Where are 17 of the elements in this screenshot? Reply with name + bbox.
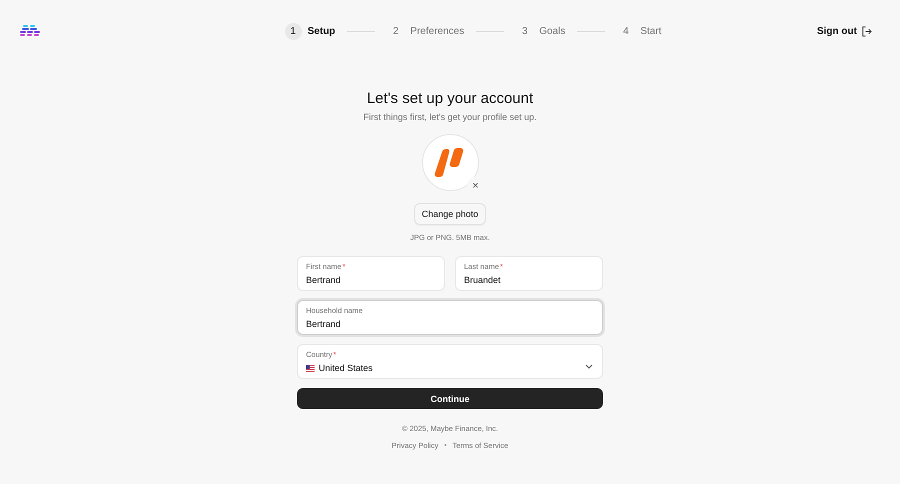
chevron-down-icon — [585, 364, 593, 369]
flag-icon — [306, 364, 315, 372]
step-tab[interactable]: 2 Preferences — [387, 22, 464, 40]
step-tab[interactable]: 1 Setup — [284, 22, 336, 40]
sign-out-button[interactable]: Sign out — [814, 24, 874, 38]
continue-button[interactable]: Continue — [297, 388, 603, 409]
step-tab[interactable]: 3 Goals — [516, 22, 566, 40]
change-photo-button[interactable]: Change photo — [414, 203, 486, 225]
step-tab[interactable]: 4 Start — [617, 22, 662, 40]
text-input: Bertrand — [306, 275, 436, 285]
exit-icon — [860, 26, 872, 36]
logo-icon[interactable] — [20, 24, 41, 38]
page-subtitle: First things first, let's get your profile set up. — [363, 112, 537, 122]
text-input: Bertrand — [306, 319, 594, 329]
select-value: United States — [318, 363, 594, 373]
text-input: Bruandet — [464, 275, 594, 285]
page-title: Let's set up your account — [366, 90, 534, 107]
